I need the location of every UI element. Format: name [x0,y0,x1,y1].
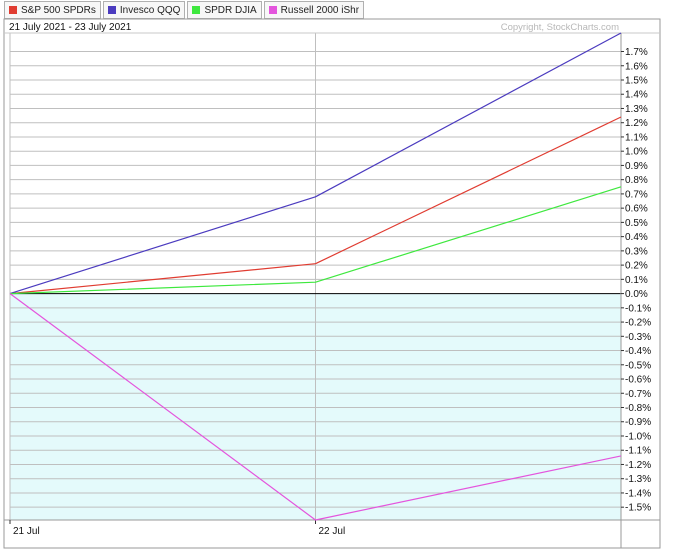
y-tick-label: 0.7% [625,189,648,200]
y-tick-label: -0.5% [625,360,651,371]
y-tick-label: -0.7% [625,389,651,400]
date-range: 21 July 2021 - 23 July 2021 [9,22,132,33]
y-tick-label: -1.3% [625,474,651,485]
y-tick-label: -1.5% [625,503,651,514]
x-tick-label: 21 Jul [13,526,40,537]
y-tick-label: 1.4% [625,90,648,101]
y-tick-label: 0.9% [625,161,648,172]
y-tick-label: -0.9% [625,417,651,428]
y-tick-label: -1.4% [625,488,651,499]
y-tick-label: 1.7% [625,47,648,58]
y-tick-label: 0.4% [625,232,648,243]
chart-canvas: 21 July 2021 - 23 July 2021 Copyright, St… [3,18,661,549]
y-tick-label: -0.4% [625,346,651,357]
y-tick-label: 0.3% [625,246,648,257]
y-tick-label: -1.1% [625,446,651,457]
y-tick-label: 1.5% [625,75,648,86]
y-tick-label: 0.5% [625,218,648,229]
y-tick-label: 1.1% [625,132,648,143]
y-tick-label: -1.0% [625,431,651,442]
y-tick-label: 1.0% [625,147,648,158]
y-tick-label: 1.2% [625,118,648,129]
copyright-text: Copyright, StockCharts.com [501,22,619,33]
y-tick-label: -0.2% [625,318,651,329]
y-tick-label: 0.2% [625,261,648,272]
x-tick-label: 22 Jul [319,526,346,537]
y-tick-label: -0.1% [625,303,651,314]
y-tick-label: -0.3% [625,332,651,343]
y-tick-label: -0.8% [625,403,651,414]
y-tick-label: 0.0% [625,289,648,300]
y-tick-label: -0.6% [625,375,651,386]
y-tick-label: 0.8% [625,175,648,186]
y-tick-label: 0.6% [625,204,648,215]
y-tick-label: -1.2% [625,460,651,471]
y-tick-label: 0.1% [625,275,648,286]
y-tick-label: 1.3% [625,104,648,115]
y-tick-label: 1.6% [625,61,648,72]
